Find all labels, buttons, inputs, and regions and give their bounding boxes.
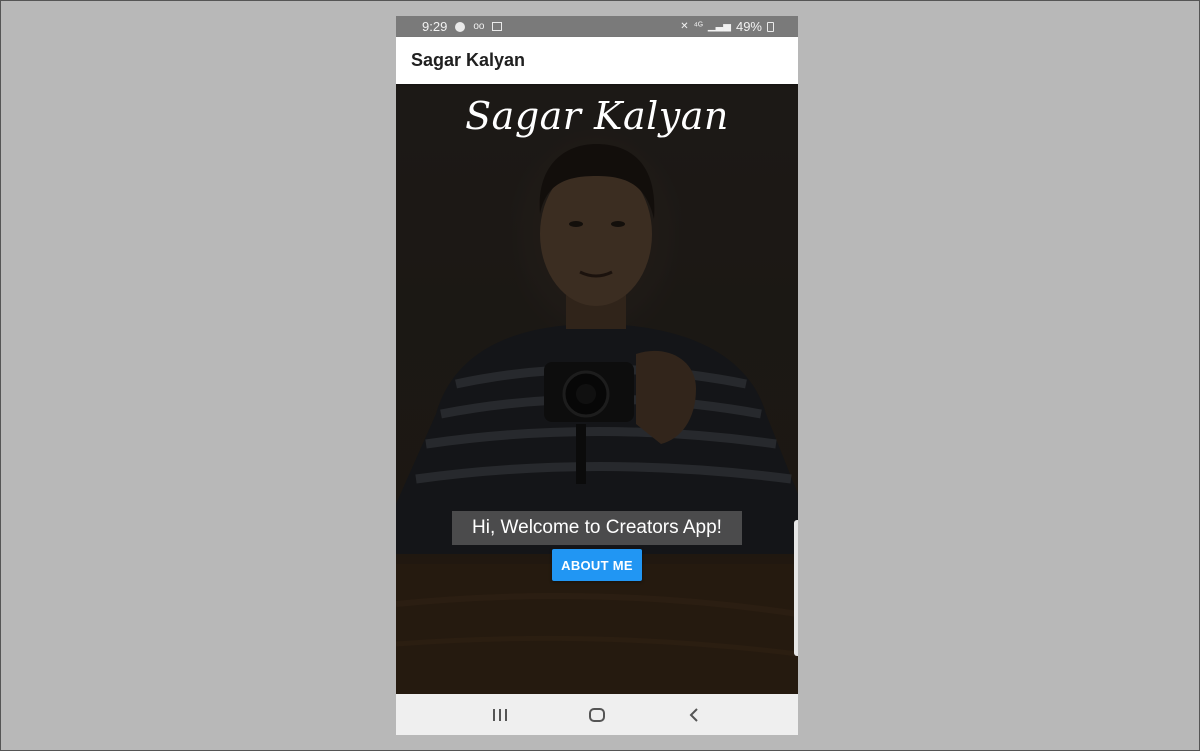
edge-panel-handle[interactable] xyxy=(794,520,798,656)
battery-percent: 49% xyxy=(735,19,762,34)
recent-apps-icon xyxy=(493,708,508,721)
status-bar: 9:29 oo ✕ ⁴ᴳ ▁▃▅ 49% xyxy=(396,16,798,37)
message-icon xyxy=(492,22,503,31)
phone-screen: 9:29 oo ✕ ⁴ᴳ ▁▃▅ 49% Sagar Kalyan Sagar … xyxy=(396,16,798,735)
about-me-button[interactable]: ABOUT ME xyxy=(552,549,642,581)
navigation-bar xyxy=(396,694,798,735)
app-title: Sagar Kalyan xyxy=(411,50,526,70)
navigation-icon xyxy=(455,21,466,32)
hero-section: Sagar Kalyan Hi, Welcome to Creators App… xyxy=(396,84,798,694)
profile-photo xyxy=(396,84,798,694)
hero-name-title: Sagar Kalyan xyxy=(465,94,729,138)
mute-icon: ✕ xyxy=(680,20,689,32)
status-time: 9:29 xyxy=(422,19,448,34)
back-icon xyxy=(689,707,698,722)
back-button[interactable] xyxy=(679,700,709,730)
voicemail-icon: oo xyxy=(473,20,485,32)
signal-icon: ▁▃▅ xyxy=(707,20,731,32)
app-bar: Sagar Kalyan xyxy=(396,37,798,84)
wifi-icon: ⁴ᴳ xyxy=(693,20,703,32)
battery-icon xyxy=(767,21,774,32)
welcome-message: Hi, Welcome to Creators App! xyxy=(452,511,742,545)
recent-apps-button[interactable] xyxy=(485,700,515,730)
home-icon xyxy=(588,707,605,722)
home-button[interactable] xyxy=(582,700,612,730)
